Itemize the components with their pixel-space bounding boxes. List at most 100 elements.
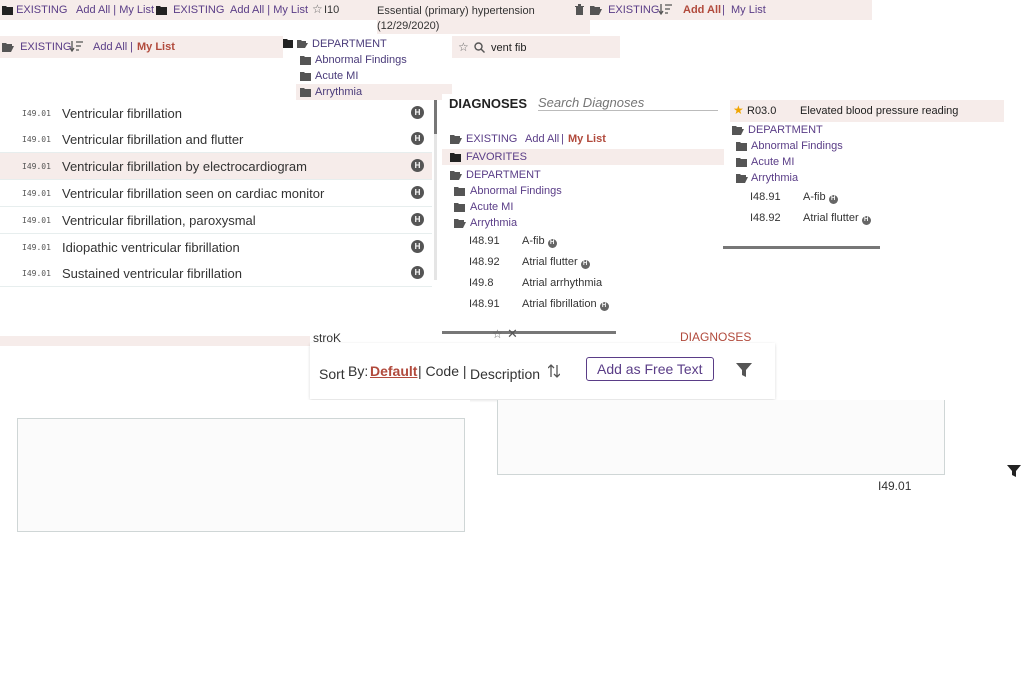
fragment-code: I49.01 bbox=[878, 479, 912, 493]
dx-entry-code: I48.92 bbox=[750, 212, 781, 224]
dx-entry[interactable]: I49.8 Atrial arrhythmia bbox=[469, 277, 602, 289]
folder-label[interactable]: Arrythmia bbox=[751, 172, 798, 184]
result-code: I49.01 bbox=[22, 269, 51, 278]
my-list-link[interactable]: My List bbox=[731, 4, 766, 16]
folder-label[interactable]: Abnormal Findings bbox=[470, 185, 562, 197]
existing-label: EXISTING bbox=[16, 4, 68, 16]
panel-title: DIAGNOSES bbox=[449, 96, 528, 111]
result-text: Ventricular fibrillation by electrocardi… bbox=[62, 159, 307, 174]
star-filled-icon[interactable]: ★ bbox=[733, 103, 744, 117]
folder-label[interactable]: Arrythmia bbox=[470, 217, 517, 229]
existing-group-2[interactable]: EXISTING bbox=[156, 4, 224, 16]
sort-list-icon[interactable] bbox=[70, 41, 83, 52]
dx-entry[interactable]: I48.91 A-fib H bbox=[750, 191, 838, 204]
folder-open-icon bbox=[732, 126, 744, 135]
dx-desc-text: Essential (primary) hypertension bbox=[377, 5, 535, 17]
folder-icon bbox=[736, 142, 747, 151]
tree-folder-abnormal[interactable]: Abnormal Findings bbox=[300, 54, 407, 66]
favorites-row[interactable]: FAVORITES bbox=[442, 149, 724, 165]
close-icon[interactable]: ✕ bbox=[507, 326, 518, 342]
add-free-text-button[interactable]: Add as Free Text bbox=[586, 357, 714, 381]
existing-label: EXISTING bbox=[20, 41, 72, 53]
dx-entry[interactable]: I48.92 Atrial flutter H bbox=[469, 256, 590, 269]
h-badge-icon: H bbox=[411, 132, 424, 145]
dx-entry-desc: Atrial flutter bbox=[803, 212, 859, 224]
folder-label: Arrythmia bbox=[315, 86, 363, 98]
result-row[interactable]: I49.01 Ventricular fibrillation and flut… bbox=[0, 126, 432, 153]
star-icon[interactable]: ☆ bbox=[458, 40, 469, 54]
result-row[interactable]: I49.01 Sustained ventricular fibrillatio… bbox=[0, 260, 432, 287]
my-list-link[interactable]: My List bbox=[137, 41, 175, 53]
add-all-my-list-link[interactable]: Add All | My List bbox=[76, 4, 154, 16]
sort-default-link[interactable]: Default bbox=[370, 363, 417, 379]
pinned-dx-row[interactable]: ★ R03.0 Elevated blood pressure reading bbox=[730, 100, 1004, 122]
dx-entry[interactable]: I48.92 Atrial flutter H bbox=[750, 212, 871, 225]
folder-label[interactable]: Acute MI bbox=[470, 201, 513, 213]
folder-icon bbox=[454, 187, 465, 196]
dx-entry[interactable]: I48.91 Atrial fibrillation H bbox=[469, 298, 609, 311]
dx-entry-desc: Atrial fibrillation bbox=[522, 298, 597, 310]
dx-entry-code: I48.91 bbox=[469, 235, 500, 247]
add-all-my-list-link[interactable]: Add All | My List bbox=[230, 4, 308, 16]
filter-icon[interactable] bbox=[736, 362, 752, 378]
result-row[interactable]: I49.01 Ventricular fibrillation H bbox=[0, 100, 432, 127]
dx-description: Essential (primary) hypertension (12/29/… bbox=[377, 4, 590, 34]
tree-folder-acute-mi[interactable]: Acute MI bbox=[300, 70, 358, 82]
folder-label[interactable]: Abnormal Findings bbox=[751, 140, 843, 152]
h-badge-icon: H bbox=[411, 106, 424, 119]
tree-department[interactable]: DEPARTMENT bbox=[283, 38, 387, 50]
department-label: DEPARTMENT bbox=[312, 38, 387, 50]
my-list-link[interactable]: My List bbox=[568, 133, 606, 145]
existing-label: EXISTING bbox=[608, 4, 660, 16]
results-scrollbar[interactable] bbox=[434, 100, 437, 134]
h-badge-icon: H bbox=[411, 186, 424, 199]
result-row[interactable]: I49.01 Idiopathic ventricular fibrillati… bbox=[0, 234, 432, 261]
pinned-dx-code: R03.0 bbox=[747, 105, 777, 117]
folder-label[interactable]: Acute MI bbox=[751, 156, 794, 168]
result-text: Ventricular fibrillation bbox=[62, 106, 182, 121]
separator: | bbox=[722, 4, 725, 16]
search-diagnoses-input[interactable] bbox=[538, 94, 718, 111]
dx-entry[interactable]: I48.91 A-fib H bbox=[469, 235, 557, 248]
result-row[interactable]: I49.01 Ventricular fibrillation by elect… bbox=[0, 153, 432, 180]
folder-open-icon bbox=[736, 174, 748, 183]
folder-open-icon bbox=[590, 6, 602, 15]
favorites-label: FAVORITES bbox=[466, 151, 527, 163]
sort-by-label: By: bbox=[348, 363, 369, 379]
tree-folder-arrythmia[interactable]: Arrythmia bbox=[296, 84, 452, 100]
filter-icon[interactable] bbox=[1007, 464, 1021, 478]
existing-group-4[interactable]: EXISTING bbox=[2, 41, 71, 53]
existing-label[interactable]: EXISTING bbox=[466, 133, 517, 145]
department-label[interactable]: DEPARTMENT bbox=[748, 124, 823, 136]
existing-group-1[interactable]: EXISTING bbox=[2, 4, 67, 16]
h-badge-icon: H bbox=[411, 213, 424, 226]
result-text: Ventricular fibrillation, paroxysmal bbox=[62, 213, 256, 228]
folder-label: Abnormal Findings bbox=[315, 54, 407, 66]
dx-entry-desc: Atrial arrhythmia bbox=[522, 277, 603, 289]
sort-list-icon[interactable] bbox=[659, 4, 672, 15]
existing-group-3[interactable]: EXISTING bbox=[590, 4, 659, 16]
result-text: Ventricular fibrillation seen on cardiac… bbox=[62, 186, 325, 201]
dx-entry-desc: A-fib bbox=[522, 235, 545, 247]
dx-entry-code: I48.91 bbox=[469, 298, 500, 310]
sort-code-link[interactable]: | Code | bbox=[418, 363, 467, 379]
search-icon bbox=[474, 42, 485, 53]
folder-open-icon bbox=[2, 43, 14, 52]
trash-icon[interactable] bbox=[575, 4, 584, 15]
sort-direction-icon[interactable] bbox=[548, 364, 560, 378]
add-all-link[interactable]: Add All bbox=[683, 4, 721, 16]
department-label[interactable]: DEPARTMENT bbox=[466, 169, 541, 181]
search-input[interactable]: vent fib bbox=[491, 42, 526, 54]
folder-icon bbox=[736, 158, 747, 167]
dx-date: (12/29/2020) bbox=[377, 20, 440, 32]
star-icon[interactable]: ☆ bbox=[492, 327, 503, 341]
result-row[interactable]: I49.01 Ventricular fibrillation, paroxys… bbox=[0, 207, 432, 234]
add-all-link[interactable]: Add All bbox=[525, 133, 559, 145]
sort-description-link[interactable]: Description bbox=[470, 366, 540, 382]
star-icon[interactable]: ☆ bbox=[312, 2, 323, 16]
existing-label: EXISTING bbox=[173, 4, 225, 16]
add-all-link[interactable]: Add All bbox=[93, 41, 127, 53]
folder-icon bbox=[300, 72, 311, 81]
result-row[interactable]: I49.01 Ventricular fibrillation seen on … bbox=[0, 180, 432, 207]
result-code: I49.01 bbox=[22, 216, 51, 225]
